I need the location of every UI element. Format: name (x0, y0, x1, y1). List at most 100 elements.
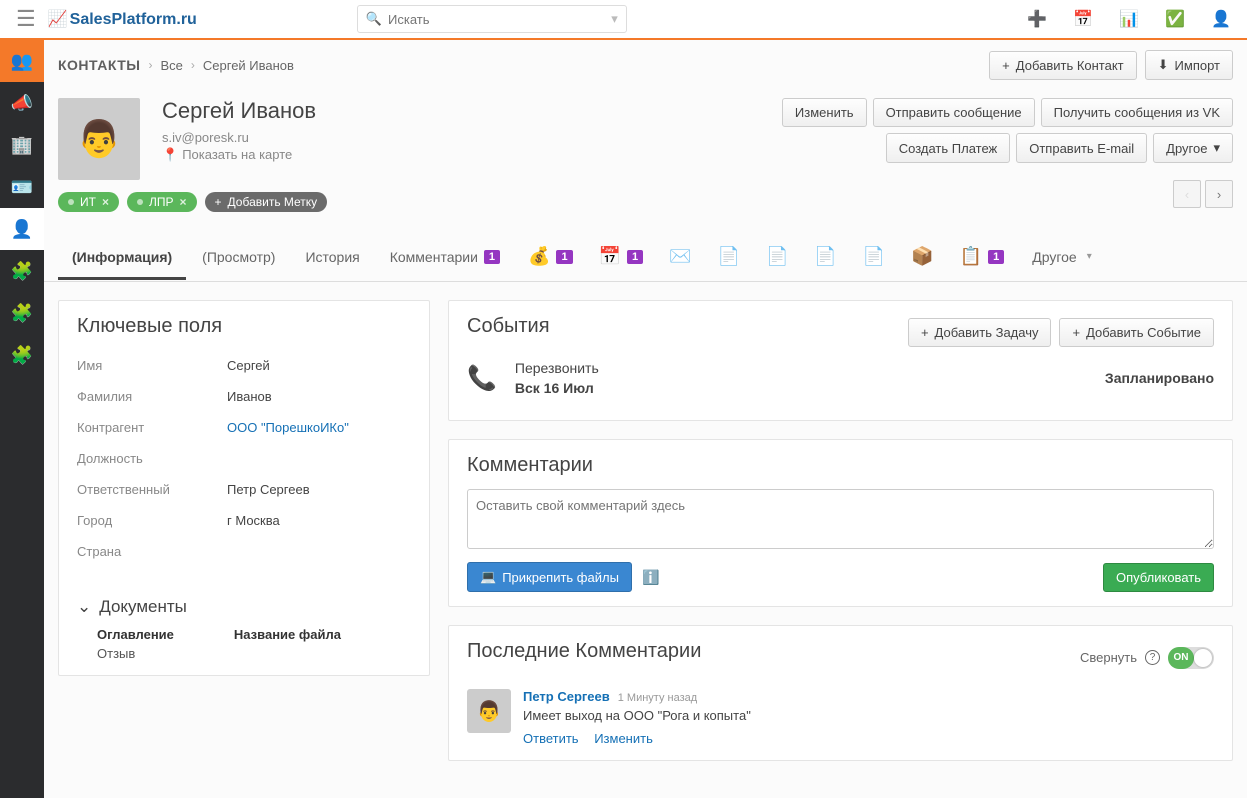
comment-text: Имеет выход на ООО "Рога и копыта" (523, 708, 751, 723)
docs-col-title: Оглавление (97, 627, 174, 642)
logo[interactable]: 📈SalesPlatform.ru (48, 9, 197, 29)
tab-calendar[interactable]: 📅1 (587, 232, 656, 281)
add-task-label: Добавить Задачу (935, 325, 1039, 340)
plus-icon: + (1002, 58, 1010, 73)
comment-time: 1 Минуту назад (618, 692, 697, 704)
logo-chart-icon: 📈 (48, 11, 68, 28)
comment-input[interactable] (467, 489, 1214, 549)
more-actions-button[interactable]: Другое ▾ (1153, 133, 1233, 163)
tab-more[interactable]: Другое▾ (1018, 235, 1106, 279)
comment-author[interactable]: Петр Сергеев (523, 689, 610, 704)
tab-mail[interactable]: ✉️ (657, 232, 703, 281)
help-icon[interactable]: ? (1145, 650, 1160, 665)
docs-col-filename: Название файла (234, 627, 341, 642)
event-status: Запланировано (1105, 370, 1214, 386)
comments-badge: 1 (484, 250, 500, 264)
add-event-button[interactable]: +Добавить Событие (1059, 318, 1214, 347)
get-vk-button[interactable]: Получить сообщения из VK (1041, 98, 1233, 127)
tab-money[interactable]: 💰1 (516, 232, 585, 281)
sidebar-item-building[interactable]: 🏢 (0, 124, 44, 166)
sidebar-item-card[interactable]: 🪪 (0, 166, 44, 208)
comments-panel: Комментарии 💻 Прикрепить файлы ℹ️ Опублик… (448, 439, 1233, 607)
recent-title: Последние Комментарии (467, 640, 1080, 663)
document-row[interactable]: Отзыв (97, 646, 174, 661)
add-contact-button[interactable]: +Добавить Контакт (989, 51, 1136, 80)
chart-icon[interactable]: 📊 (1119, 9, 1139, 29)
next-record-button[interactable]: › (1205, 180, 1233, 208)
tab-doc2[interactable]: 📄 (754, 232, 800, 281)
profile-actions: Изменить Отправить сообщение Получить со… (693, 98, 1233, 163)
edit-button[interactable]: Изменить (782, 98, 867, 127)
laptop-icon: 💻 (480, 569, 496, 585)
collapse-toggle[interactable]: ON (1168, 647, 1214, 669)
documents-header[interactable]: ⌄Документы (77, 597, 411, 617)
sidebar-item-contact[interactable]: 👤 (0, 208, 44, 250)
tab-comments[interactable]: Комментарии1 (376, 235, 514, 279)
calendar-icon: 📅 (599, 246, 621, 267)
contact-email: s.iv@poresk.ru (162, 130, 316, 145)
add-task-button[interactable]: +Добавить Задачу (908, 318, 1052, 347)
kf-account-link[interactable]: ООО "ПорешкоИКо" (227, 420, 349, 435)
send-email-button[interactable]: Отправить E-mail (1016, 133, 1147, 163)
tab-clipboard[interactable]: 📋1 (948, 232, 1017, 281)
pin-icon: 📍 (162, 147, 178, 162)
chevron-down-icon: ⌄ (77, 597, 91, 617)
tab-box[interactable]: 📦 (899, 232, 945, 281)
tag-remove-icon[interactable]: × (102, 195, 109, 209)
sidebar-item-puzzle3[interactable]: 🧩 (0, 334, 44, 376)
chevron-right-icon: › (191, 58, 195, 72)
more-label: Другое (1166, 141, 1207, 156)
chevron-down-icon[interactable]: ▾ (611, 11, 618, 27)
sidebar-item-puzzle1[interactable]: 🧩 (0, 250, 44, 292)
show-on-map[interactable]: 📍Показать на карте (162, 147, 316, 163)
comments-title: Комментарии (467, 454, 1214, 477)
search-input[interactable] (388, 12, 611, 27)
sidebar-item-group[interactable]: 👥 (0, 40, 44, 82)
contact-name: Сергей Иванов (162, 98, 316, 124)
chevron-right-icon: › (148, 58, 152, 72)
attach-files-button[interactable]: 💻 Прикрепить файлы (467, 562, 632, 592)
menu-icon[interactable]: ☰ (10, 6, 42, 32)
tab-doc4[interactable]: 📄 (851, 232, 897, 281)
add-icon[interactable]: ➕ (1027, 9, 1047, 29)
prev-record-button[interactable]: ‹ (1173, 180, 1201, 208)
tag-label: ЛПР (149, 195, 174, 209)
document-icon: 📄 (766, 246, 788, 267)
tab-more-label: Другое (1032, 249, 1076, 265)
profile-row: 👨 Сергей Иванов s.iv@poresk.ru 📍Показать… (44, 98, 1247, 180)
sidebar-item-puzzle2[interactable]: 🧩 (0, 292, 44, 334)
sidebar-item-megaphone[interactable]: 📣 (0, 82, 44, 124)
tab-view[interactable]: (Просмотр) (188, 235, 289, 279)
checklist-icon[interactable]: ✅ (1165, 9, 1185, 29)
user-icon[interactable]: 👤 (1211, 9, 1231, 29)
money-icon: 💰 (528, 246, 550, 267)
event-date: Вск 16 Июл (515, 380, 599, 396)
attach-label: Прикрепить файлы (502, 570, 619, 585)
comment-edit[interactable]: Изменить (594, 731, 653, 746)
send-message-button[interactable]: Отправить сообщение (873, 98, 1035, 127)
tab-doc[interactable]: 📄 (706, 232, 752, 281)
create-payment-button[interactable]: Создать Платеж (886, 133, 1010, 163)
calendar-icon[interactable]: 📅 (1073, 9, 1093, 29)
tab-info[interactable]: (Информация) (58, 235, 186, 279)
tab-history[interactable]: История (291, 235, 373, 279)
event-item[interactable]: 📞 Перезвонить Вск 16 Июл Запланировано (467, 350, 1214, 406)
import-button[interactable]: ⬇Импорт (1145, 50, 1233, 80)
clipboard-icon: 📋 (960, 246, 982, 267)
tag-it[interactable]: ИТ× (58, 192, 119, 212)
kf-account-label: Контрагент (77, 420, 227, 435)
events-title: События (467, 315, 908, 338)
tag-lpr[interactable]: ЛПР × (127, 192, 197, 212)
tab-doc3[interactable]: 📄 (802, 232, 848, 281)
box-icon: 📦 (911, 246, 933, 267)
kf-owner-value: Петр Сергеев (227, 482, 310, 497)
breadcrumb-module[interactable]: КОНТАКТЫ (58, 57, 140, 73)
comment-reply[interactable]: Ответить (523, 731, 579, 746)
publish-button[interactable]: Опубликовать (1103, 563, 1214, 592)
search-box[interactable]: 🔍 ▾ (357, 5, 627, 33)
tag-remove-icon[interactable]: × (180, 195, 187, 209)
add-tag-button[interactable]: +Добавить Метку (205, 192, 328, 212)
avatar: 👨 (58, 98, 140, 180)
info-icon[interactable]: ℹ️ (642, 569, 659, 586)
breadcrumb-all[interactable]: Все (160, 58, 182, 73)
